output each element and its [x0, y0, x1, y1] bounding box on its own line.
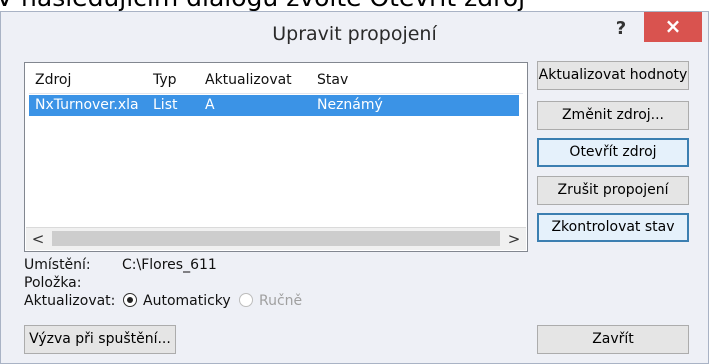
- column-header-stav[interactable]: Stav: [317, 67, 348, 93]
- cell-aktualizovat: A: [205, 97, 215, 113]
- cell-zdroj: NxTurnover.xla: [35, 97, 139, 113]
- column-header-typ[interactable]: Typ: [153, 67, 177, 93]
- radio-manual: [239, 293, 253, 307]
- change-source-button[interactable]: Změnit zdroj...: [537, 101, 689, 130]
- close-icon[interactable]: ×: [644, 12, 702, 42]
- startup-prompt-button[interactable]: Výzva při spuštění...: [24, 325, 176, 354]
- dialog-title: Upravit propojení: [272, 23, 437, 45]
- location-value: C:\Flores_611: [122, 257, 217, 273]
- help-button[interactable]: ?: [606, 16, 636, 42]
- radio-manual-label: Ručně: [259, 293, 303, 309]
- scroll-right-icon[interactable]: >: [503, 229, 525, 249]
- location-label: Umístění:: [24, 257, 91, 273]
- break-link-button[interactable]: Zrušit propojení: [537, 176, 689, 205]
- open-source-button[interactable]: Otevřít zdroj: [537, 138, 689, 167]
- check-status-button[interactable]: Zkontrolovat stav: [537, 213, 689, 242]
- list-item[interactable]: NxTurnover.xla List A Neznámý: [29, 95, 519, 116]
- update-values-button[interactable]: Aktualizovat hodnoty: [537, 61, 689, 90]
- scroll-left-icon[interactable]: <: [27, 229, 49, 249]
- item-label: Položka:: [24, 275, 82, 291]
- horizontal-scrollbar[interactable]: < >: [26, 227, 526, 250]
- update-label: Aktualizovat:: [24, 293, 116, 309]
- links-list[interactable]: Zdroj Typ Aktualizovat Stav NxTurnover.x…: [24, 62, 528, 252]
- column-header-zdroj[interactable]: Zdroj: [35, 67, 71, 93]
- title-bar: Upravit propojení ? ×: [1, 12, 708, 57]
- list-header: Zdroj Typ Aktualizovat Stav: [29, 67, 523, 94]
- radio-automatic-label[interactable]: Automaticky: [143, 293, 231, 309]
- edit-links-dialog: Upravit propojení ? × Zdroj Typ Aktualiz…: [0, 11, 709, 364]
- radio-automatic[interactable]: [123, 293, 137, 307]
- scroll-thumb[interactable]: [52, 231, 500, 246]
- close-button[interactable]: Zavřít: [537, 325, 689, 354]
- cell-stav: Neznámý: [317, 97, 383, 113]
- column-header-aktualizovat[interactable]: Aktualizovat: [205, 67, 292, 93]
- cell-typ: List: [153, 97, 178, 113]
